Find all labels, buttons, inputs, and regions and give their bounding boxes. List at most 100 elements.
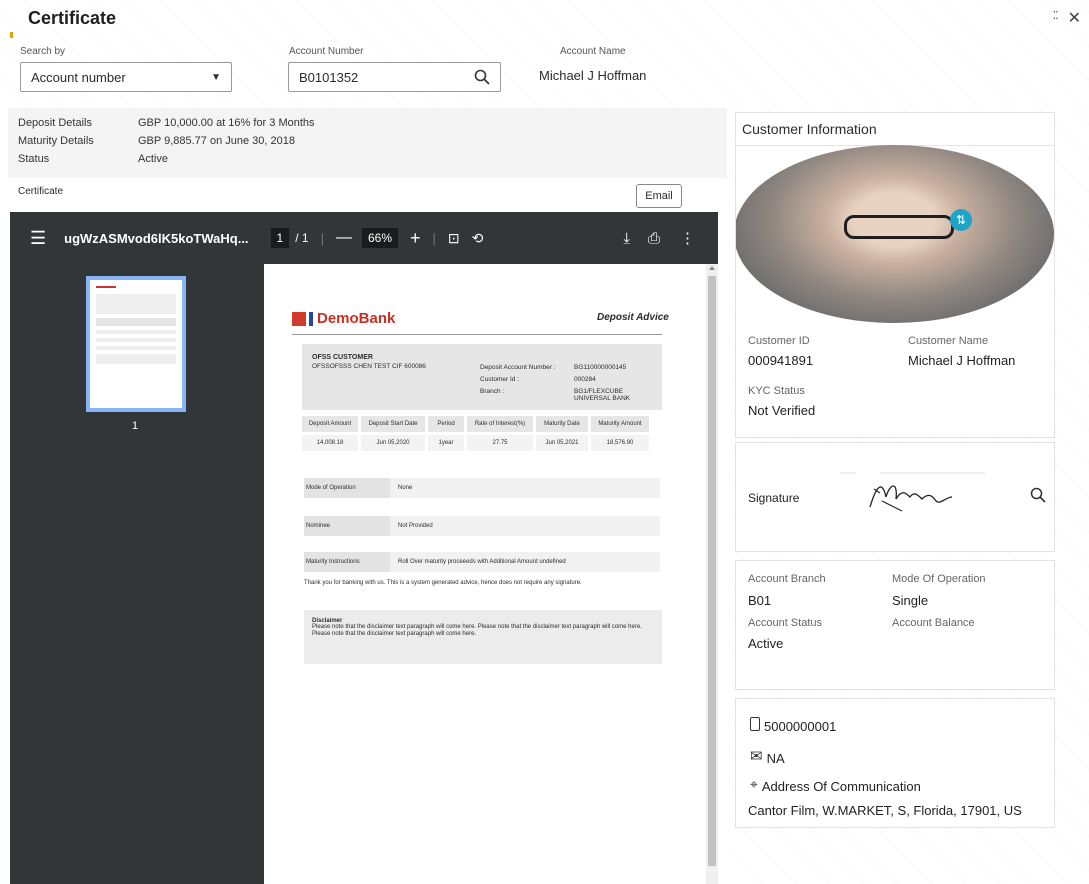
customer-information-card: Customer Information ⇅ Customer ID 00094… — [735, 112, 1055, 438]
search-by-value: Account number — [31, 69, 126, 85]
maturity-row: Maturity Instructions Roll Over maturity… — [304, 552, 660, 572]
phone-icon — [750, 716, 760, 731]
mode-row: Mode of Operation None — [304, 478, 660, 498]
table-header-row: Deposit Amount Deposit Start Date Period… — [302, 416, 662, 432]
more-options-icon[interactable]: ⋮ — [680, 229, 695, 247]
print-icon[interactable]: ⎙ — [648, 230, 660, 247]
table-header: Maturity Date — [536, 416, 588, 432]
table-cell: 14,008.18 — [302, 435, 358, 451]
account-status-value: Active — [748, 636, 784, 651]
summary-key: Maturity Details — [18, 135, 94, 147]
page-thumbnail[interactable] — [86, 276, 186, 412]
account-name-value: Michael J Hoffman — [539, 66, 653, 87]
deposit-account-label: Deposit Account Number : — [480, 364, 556, 371]
table-cell: 1year — [428, 435, 464, 451]
search-by-label: Search by — [20, 46, 66, 57]
account-number-value: B0101352 — [299, 69, 359, 85]
signature-label: Signature — [748, 491, 800, 505]
table-cell: 27.75 — [467, 435, 533, 451]
customer-name-label: Customer Name — [908, 335, 989, 347]
branch-label: Branch : — [480, 388, 505, 395]
summary-row: Status Active — [8, 150, 727, 168]
photo-badge-icon[interactable]: ⇅ — [950, 209, 972, 231]
signature-image — [840, 472, 985, 512]
deposit-account-value: BG110000000145 — [574, 364, 627, 371]
page-number-input[interactable]: 1 — [270, 228, 290, 248]
toolbar-divider: | — [432, 230, 436, 246]
signature-card: Signature — [735, 442, 1055, 552]
zoom-in-icon[interactable]: + — [410, 228, 421, 249]
pdf-scrollbar[interactable] — [706, 264, 718, 884]
nominee-label: Nominee — [304, 516, 390, 536]
account-number-label: Account Number — [289, 46, 364, 57]
email-value: NA — [766, 751, 785, 766]
nominee-row: Nominee Not Provided — [304, 516, 660, 536]
table-cell: Jun 05,2020 — [361, 435, 425, 451]
signature-zoom-icon[interactable] — [1030, 487, 1046, 503]
disclaimer-block: Disclaimer Please note that the disclaim… — [304, 610, 662, 664]
pdf-filename: ugWzASMvod6lK5koTWaHq... — [64, 230, 249, 246]
table-cell: 18,576.90 — [591, 435, 649, 451]
table-header: Maturity Amount — [591, 416, 649, 432]
mode-of-operation-value: Single — [892, 593, 929, 608]
window-controls: ⁚⁚ ✕ — [1053, 8, 1081, 28]
summary-row: Maturity Details GBP 9,885.77 on June 30,… — [8, 132, 727, 150]
table-cell: Jun 05,2021 — [536, 435, 588, 451]
page-title: Certificate — [28, 8, 117, 28]
mode-of-operation-label: Mode Of Operation — [892, 573, 986, 585]
pdf-toolbar: ☰ ugWzASMvod6lK5koTWaHq... 1 / 1 | — 66%… — [10, 212, 718, 264]
zoom-out-icon[interactable]: — — [336, 229, 352, 247]
location-pin-icon: ⌖ — [750, 776, 758, 792]
customer-line: OFSSOFSSS CHEN TEST CIF 600086 — [312, 363, 426, 370]
table-header: Period — [428, 416, 464, 432]
email-button[interactable]: Email — [636, 184, 682, 208]
page-total: / 1 — [295, 231, 309, 245]
phone-value: 5000000001 — [764, 719, 837, 734]
menu-icon[interactable]: ☰ — [30, 228, 46, 249]
doc-customer-id-label: Customer Id : — [480, 376, 520, 383]
customer-heading: OFSS CUSTOMER — [312, 354, 373, 361]
minimize-icon[interactable]: ⁚⁚ — [1053, 8, 1059, 28]
account-status-label: Account Status — [748, 617, 822, 629]
doc-title: Deposit Advice — [597, 312, 669, 323]
nominee-value: Not Provided — [398, 523, 433, 529]
customer-block: OFSS CUSTOMER OFSSOFSSS CHEN TEST CIF 60… — [302, 344, 662, 410]
customer-photo-area: ⇅ — [736, 145, 1054, 323]
account-balance-label: Account Balance — [892, 617, 975, 629]
table-row: 14,008.18 Jun 05,2020 1year 27.75 Jun 05… — [302, 435, 662, 451]
rotate-icon[interactable]: ⟲ — [472, 230, 484, 247]
account-branch-value: B01 — [748, 593, 772, 608]
phone-row: 5000000001 — [750, 713, 836, 734]
customer-section-title: Customer Information — [736, 113, 1054, 146]
account-branch-label: Account Branch — [748, 573, 826, 585]
account-number-input[interactable]: B0101352 — [288, 62, 501, 92]
summary-key: Status — [18, 153, 50, 165]
account-card: Account Branch B01 Mode Of Operation Sin… — [735, 560, 1055, 690]
mail-icon: ✉ — [750, 747, 763, 765]
bank-logo-mark — [309, 311, 313, 326]
customer-name-value: Michael J Hoffman — [908, 353, 1016, 368]
search-by-select[interactable]: Account number ▼ — [20, 62, 232, 92]
table-header: Rate of Interest(%) — [467, 416, 533, 432]
maturity-value: Roll Over maturity proceeeds with Additi… — [398, 559, 566, 565]
summary-value: GBP 9,885.77 on June 30, 2018 — [138, 135, 295, 147]
branch-value: BG1/FLEXCUBE UNIVERSAL BANK — [574, 388, 631, 402]
chevron-down-icon: ▼ — [211, 71, 221, 83]
search-icon[interactable] — [474, 69, 490, 85]
download-icon[interactable]: ⤓ — [623, 230, 630, 247]
bank-name: DemoBank — [317, 310, 396, 327]
customer-id-value: 000941891 — [748, 353, 814, 368]
accent-marker — [10, 32, 13, 38]
bank-logo-mark — [292, 311, 306, 326]
kyc-status-label: KYC Status — [748, 385, 805, 397]
thanks-text: Thank you for banking with us. This is a… — [304, 580, 582, 586]
summary-value: Active — [138, 153, 168, 165]
email-row: ✉ NA — [750, 745, 785, 767]
summary-row: Deposit Details GBP 10,000.00 at 16% for … — [8, 114, 727, 132]
deposit-table: Deposit Amount Deposit Start Date Period… — [302, 416, 662, 451]
disclaimer-text: Please note that the disclaimer text par… — [312, 624, 642, 637]
customer-photo-glasses — [844, 215, 954, 239]
zoom-level[interactable]: 66% — [361, 228, 398, 248]
close-icon[interactable]: ✕ — [1068, 8, 1081, 28]
fit-page-icon[interactable]: ⊡ — [448, 230, 460, 247]
